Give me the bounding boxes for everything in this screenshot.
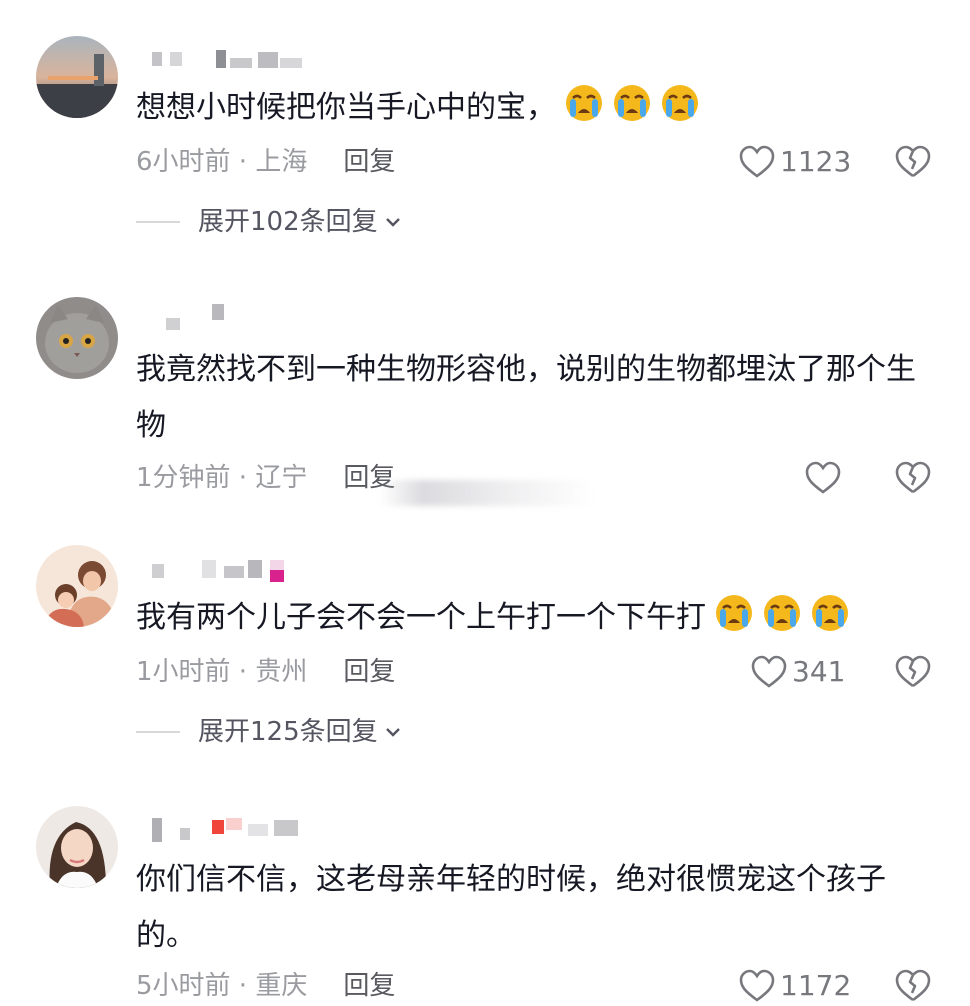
crying-face-icon [812,595,848,631]
time-location: 5小时前 · 重庆 [136,971,308,1001]
heart-icon [739,145,775,178]
heart-icon [751,655,787,688]
crying-face-icon [716,595,752,631]
divider-line [136,731,180,733]
comment-meta: 1分钟前 · 辽宁 回复 [136,458,395,498]
comment-text: 我有两个儿子会不会一个上午打一个下午打 [136,590,936,646]
broken-heart-icon[interactable] [893,966,933,1006]
crying-face-icon [662,85,698,121]
divider-line [136,221,180,223]
expand-replies-button[interactable]: 展开102条回复 [136,202,402,242]
comment-meta: 6小时前 · 上海 回复 [136,142,395,182]
comment-text: 你们信不信，这老母亲年轻的时候，绝对很惯宠这个孩子的。 [136,862,886,953]
chevron-down-icon [385,728,400,737]
crying-face-icon [566,85,602,121]
chevron-down-icon [385,218,400,227]
crying-face-icon [614,85,650,121]
like-button[interactable]: 1172 [738,966,851,1006]
avatar[interactable] [36,545,118,627]
broken-heart-icon[interactable] [893,142,933,182]
blur-overlay [380,480,595,506]
reply-button[interactable]: 回复 [343,971,395,1001]
expand-replies-label: 展开125条回复 [198,717,378,747]
comment-meta: 5小时前 · 重庆 回复 [136,966,395,1006]
heart-icon [805,461,841,494]
crying-face-icon [764,595,800,631]
broken-heart-icon[interactable] [893,458,933,498]
like-count: 1123 [780,145,852,178]
heart-icon [739,969,775,1002]
comment-text: 我竟然找不到一种生物形容他，说别的生物都埋汰了那个生物 [136,352,916,443]
like-count: 341 [792,655,846,688]
comment-text: 想想小时候把你当手心中的宝， [136,80,936,136]
time-location: 1小时前 · 贵州 [136,657,308,687]
like-button[interactable]: 341 [750,652,845,692]
time-location: 6小时前 · 上海 [136,147,308,177]
avatar[interactable] [36,806,118,888]
time-location: 1分钟前 · 辽宁 [136,463,308,493]
reply-button[interactable]: 回复 [343,147,395,177]
expand-replies-label: 展开102条回复 [198,207,378,237]
avatar[interactable] [36,36,118,118]
like-button[interactable]: 1123 [738,142,851,182]
reply-button[interactable]: 回复 [343,657,395,687]
like-count: 1172 [780,969,852,1002]
broken-heart-icon[interactable] [893,652,933,692]
comment-meta: 1小时前 · 贵州 回复 [136,652,395,692]
avatar[interactable] [36,297,118,379]
expand-replies-button[interactable]: 展开125条回复 [136,712,402,752]
like-button[interactable] [804,458,846,498]
